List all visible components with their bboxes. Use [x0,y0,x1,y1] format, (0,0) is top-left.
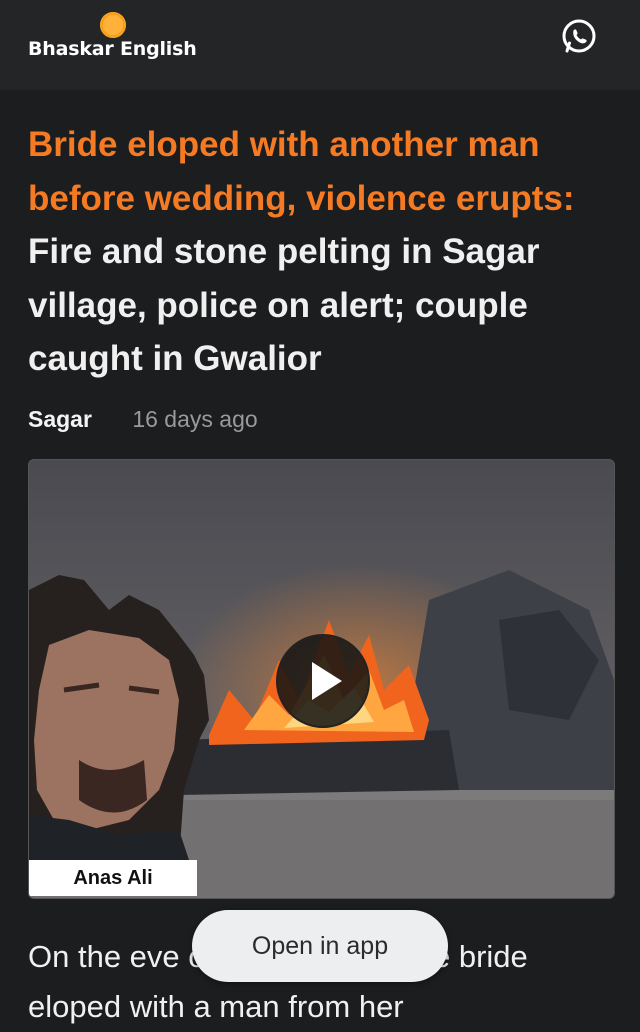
open-in-app-button[interactable]: Open in app [192,910,448,982]
image-caption: Anas Ali [29,860,197,896]
whatsapp-share-button[interactable] [558,16,600,58]
article-meta: Sagar 16 days ago [28,406,258,433]
headline-accent: Bride eloped with another man before wed… [28,125,575,218]
location-label[interactable]: Sagar [28,406,92,432]
timestamp: 16 days ago [132,406,258,432]
top-bar: Bhaskar English [0,0,640,90]
logo-text: Bhaskar English [28,38,197,60]
whatsapp-icon [562,19,596,53]
play-button[interactable] [276,634,370,728]
video-thumbnail[interactable]: Anas Ali [28,459,615,899]
sun-logo-icon [100,12,126,38]
headline-rest: Fire and stone pelting in Sagar village,… [28,232,540,378]
article-headline: Bride eloped with another man before wed… [28,118,613,386]
